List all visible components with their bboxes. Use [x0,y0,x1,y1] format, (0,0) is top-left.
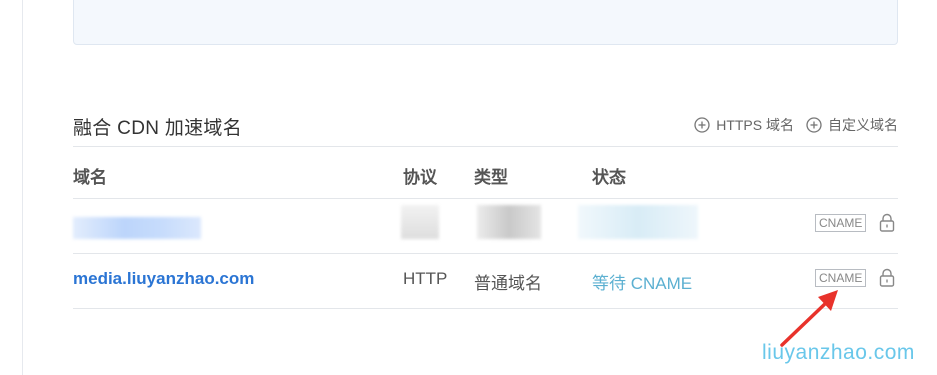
watermark: liuyanzhao.com [762,341,915,364]
column-header-type: 类型 [474,168,508,187]
header-actions: HTTPS 域名 自定义域名 [694,115,898,135]
add-https-domain-button[interactable]: HTTPS 域名 [694,115,794,135]
cdn-domain-page: 融合 CDN 加速域名 HTTPS 域名 自定义域名 域名 协议 类型 状态 C… [0,0,937,375]
type-cell: 普通域名 [474,274,542,293]
info-panel [73,0,898,45]
plus-circle-icon [694,117,710,133]
left-divider [22,0,23,375]
add-https-domain-label: HTTPS 域名 [716,117,794,133]
add-custom-domain-button[interactable]: 自定义域名 [806,115,898,135]
column-header-domain: 域名 [73,168,107,187]
table-row: CNAME [73,199,898,254]
redacted-protocol [401,205,439,239]
redacted-type [477,205,541,239]
add-custom-domain-label: 自定义域名 [828,117,898,133]
status-cell: 等待 CNAME [592,274,693,293]
cname-tag[interactable]: CNAME [815,214,867,232]
protocol-cell: HTTP [403,269,448,288]
domain-link[interactable]: media.liuyanzhao.com [73,269,254,289]
section-header: 融合 CDN 加速域名 HTTPS 域名 自定义域名 [73,110,898,147]
table-header: 域名 协议 类型 状态 [73,149,898,199]
redacted-status [578,205,698,239]
plus-circle-icon [806,117,822,133]
column-header-protocol: 协议 [403,168,437,187]
lock-icon[interactable] [879,268,895,287]
lock-icon[interactable] [879,213,895,232]
section-title: 融合 CDN 加速域名 [73,118,243,139]
column-header-status: 状态 [592,168,626,187]
redacted-domain[interactable] [73,217,201,239]
